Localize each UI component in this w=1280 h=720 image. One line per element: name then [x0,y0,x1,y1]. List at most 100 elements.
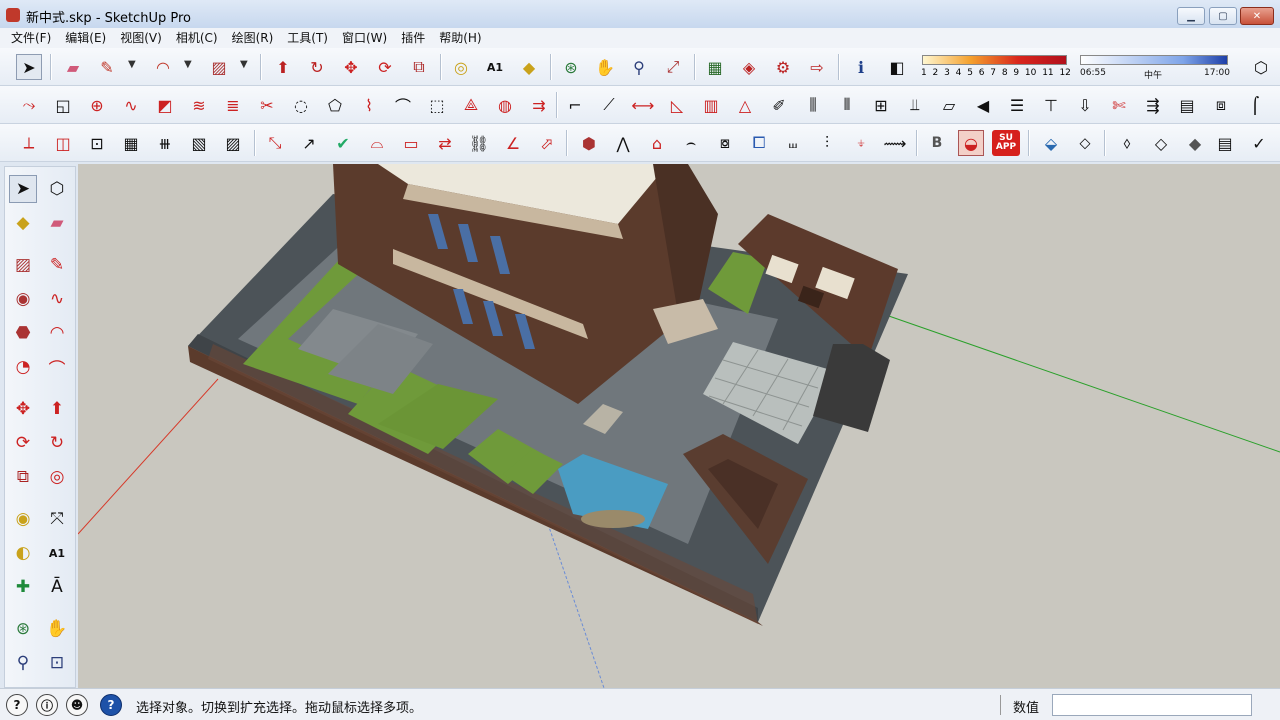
axes-icon[interactable]: ✚ [9,573,37,601]
offset-icon[interactable]: ⤡ [262,130,288,156]
drop-pin-icon[interactable]: ⍖ [848,130,874,156]
balusters-icon[interactable]: ⦀ [834,92,860,118]
component-icon[interactable]: ⬡ [43,175,71,203]
shape-bender-icon[interactable]: ⬠ [322,92,348,118]
chevron-down-icon[interactable]: ▼ [128,59,136,70]
menu-draw[interactable]: 绘图(R) [225,29,281,47]
chain-icon[interactable]: ⛓ [466,130,492,156]
shelf-icon[interactable]: ☰ [1004,92,1030,118]
month-slider[interactable] [922,55,1067,65]
flip-icon[interactable]: ⇄ [432,130,458,156]
wall-icon[interactable]: ◀ [970,92,996,118]
planks-icon[interactable]: ▤ [1174,92,1200,118]
eraser-icon[interactable]: ▰ [43,209,71,237]
protractor-icon[interactable]: ◐ [9,539,37,567]
box-icon[interactable]: ⬚ [424,92,450,118]
array-icon[interactable]: ⫶ [814,130,840,156]
stretch-icon[interactable]: ⇶ [1140,92,1166,118]
3d-text-icon[interactable]: Ā [43,573,71,601]
info-icon[interactable]: ℹ [848,54,874,80]
slope-icon[interactable]: ◺ [664,92,690,118]
sphere-icon[interactable]: ◍ [492,92,518,118]
rectangle-icon[interactable]: ▨ [9,251,37,279]
maximize-button[interactable]: ▢ [1209,7,1237,25]
two-point-arc-icon[interactable]: ⌒ [43,353,71,381]
time-slider[interactable] [1080,55,1228,65]
paint-bucket-icon[interactable]: ◆ [9,209,37,237]
window-frame-icon[interactable]: ⊡ [84,130,110,156]
extension-icon[interactable]: ⚙ [770,54,796,80]
arc-icon[interactable]: ◠ [43,319,71,347]
minimize-button[interactable]: ▁ [1177,7,1205,25]
roof-icon[interactable]: △ [732,92,758,118]
follow-me-icon[interactable]: ↻ [304,54,330,80]
plane-icon[interactable]: ▭ [398,130,424,156]
cut-face-icon[interactable]: ⟂ [16,130,42,156]
push-pull-icon[interactable]: ⬆ [43,395,71,423]
measurements-input[interactable] [1052,694,1252,716]
stairs-icon[interactable]: ⫫ [902,92,928,118]
rotate-icon[interactable]: ⟳ [372,54,398,80]
zoom-window-icon[interactable]: ⊡ [43,649,71,677]
mirror-icon[interactable]: ⧢ [780,130,806,156]
menu-tools[interactable]: 工具(T) [280,29,335,47]
pencil-icon[interactable]: ✎ [94,54,120,80]
weld-icon[interactable]: ⟿ [882,130,908,156]
components-icon[interactable]: ◈ [736,54,762,80]
offset-icon[interactable]: ◎ [43,463,71,491]
house-icon[interactable]: ⌂ [644,130,670,156]
chevron-down-icon[interactable]: ▼ [184,59,192,70]
arch-icon[interactable]: ⌓ [364,130,390,156]
sketchup-logo-icon[interactable]: ◒ [958,130,984,156]
pie-icon[interactable]: ◔ [9,353,37,381]
text-tool-icon[interactable]: A1 [482,54,508,80]
menu-help[interactable]: 帮助(H) [432,29,488,47]
orbit-icon[interactable]: ⊛ [558,54,584,80]
freehand-icon[interactable]: ∿ [43,285,71,313]
drop-icon[interactable]: ⇩ [1072,92,1098,118]
geolocation-icon[interactable]: ? [6,694,28,716]
model-viewport[interactable] [78,164,1280,688]
dimension-icon[interactable]: ⟷ [630,92,656,118]
post-icon[interactable]: ⊤ [1038,92,1064,118]
line-plugin-icon[interactable]: ⤳ [16,92,42,118]
bezier-curve-icon[interactable]: ∿ [118,92,144,118]
menu-camera[interactable]: 相机(C) [169,29,225,47]
xray-style-icon[interactable]: ⬙ [1038,130,1064,156]
send-to-layout-icon[interactable]: ⇨ [804,54,830,80]
help-icon[interactable]: ? [100,694,122,716]
circle-icon[interactable]: ◉ [9,285,37,313]
shaded-textures-style-icon[interactable]: ◆ [1182,130,1208,156]
circle-center-icon[interactable]: ⊕ [84,92,110,118]
angle-icon[interactable]: ∠ [500,130,526,156]
hatch-icon[interactable]: ▧ [186,130,212,156]
rotate-icon[interactable]: ⟳ [9,429,37,457]
layer-stack-icon[interactable]: ≋ [186,92,212,118]
arc-icon[interactable]: ◠ [150,54,176,80]
shadows-toggle-icon[interactable]: ◧ [884,54,910,80]
fence-icon[interactable]: ⊞ [868,92,894,118]
check-icon[interactable]: ✓ [1246,130,1272,156]
follow-me-icon[interactable]: ↻ [43,429,71,457]
credits-icon[interactable]: ⓘ [36,694,58,716]
frame-icon[interactable]: ▥ [698,92,724,118]
push-pull-icon[interactable]: ⬆ [270,54,296,80]
soften-icon[interactable]: ◌ [288,92,314,118]
polygon-icon[interactable]: ⬣ [9,319,37,347]
select-icon[interactable]: ➤ [9,175,37,203]
move-icon[interactable]: ✥ [338,54,364,80]
material-icon[interactable]: ⬢ [576,130,602,156]
menu-view[interactable]: 视图(V) [113,29,169,47]
warehouse-icon[interactable]: ▦ [702,54,728,80]
tools-on-surface-icon[interactable]: ⟁ [458,92,484,118]
tape-measure-icon[interactable]: ◉ [9,505,37,533]
chamfer-icon[interactable]: ⟋ [596,92,622,118]
close-button[interactable]: ✕ [1240,7,1274,25]
curviloft-icon[interactable]: ⌇ [356,92,382,118]
tent-icon[interactable]: ⋀ [610,130,636,156]
pan-icon[interactable]: ✋ [43,615,71,643]
b-plugin-button[interactable]: B [924,130,950,156]
pen-plugin-icon[interactable]: ✐ [766,92,792,118]
intersect-icon[interactable]: ✂ [254,92,280,118]
paint-bucket-icon[interactable]: ◆ [516,54,542,80]
